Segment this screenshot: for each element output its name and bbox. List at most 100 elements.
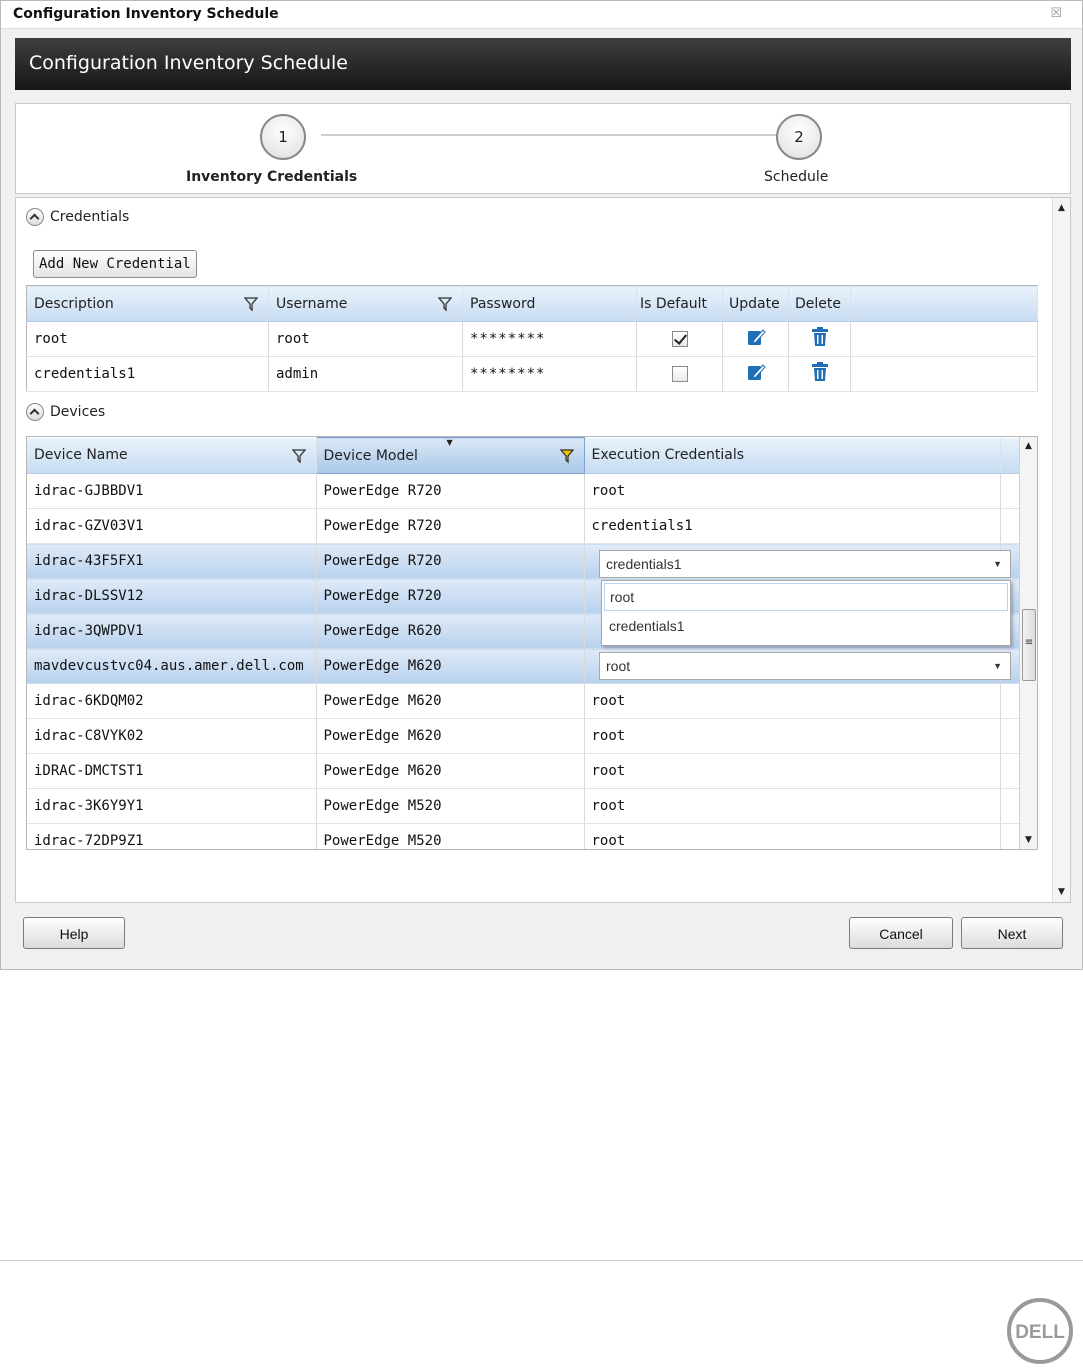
cell-description: credentials1 — [26, 356, 269, 392]
page-divider — [0, 1260, 1083, 1261]
execution-credentials-combobox[interactable]: credentials1 ▼ — [599, 550, 1011, 578]
table-row[interactable]: idrac-C8VYK02 PowerEdge M620 root — [27, 718, 1021, 754]
chevron-down-icon[interactable]: ▼ — [993, 551, 1002, 577]
step-2-circle[interactable]: 2 — [776, 114, 822, 160]
col-delete: Delete — [788, 285, 851, 322]
cell-username: admin — [268, 356, 463, 392]
sort-desc-icon: ▼ — [446, 438, 453, 447]
devices-grid: Device Name Device Model ▼ Execution Cre… — [26, 436, 1038, 850]
footer-bar: Help Cancel Next — [15, 909, 1071, 959]
cell-device-name: idrac-DLSSV12 — [27, 578, 317, 614]
cell-execution-credentials[interactable]: root — [584, 788, 1001, 824]
trash-icon[interactable] — [810, 327, 830, 347]
table-row[interactable]: idrac-GJBBDV1 PowerEdge R720 root — [27, 473, 1021, 509]
devices-section-header[interactable]: Devices — [26, 403, 105, 421]
cell-execution-credentials[interactable]: root — [584, 718, 1001, 754]
devices-scrollbar[interactable]: ▲ ≡ ▼ — [1019, 437, 1037, 849]
is-default-checkbox[interactable] — [671, 331, 688, 347]
credentials-table: Description Username Password Is Default… — [26, 285, 1038, 392]
cell-device-model: PowerEdge M620 — [316, 718, 585, 754]
cell-execution-credentials[interactable]: root — [584, 823, 1001, 849]
filter-active-icon[interactable] — [559, 448, 574, 464]
wizard-steps: 1 2 Inventory Credentials Schedule — [15, 103, 1071, 194]
dell-logo-text: DELL — [1015, 1322, 1065, 1343]
cell-execution-credentials[interactable]: credentials1 — [584, 508, 1001, 544]
combobox-value: credentials1 — [606, 556, 682, 572]
col-description[interactable]: Description — [26, 285, 269, 322]
table-row[interactable]: idrac-6KDQM02 PowerEdge M620 root — [27, 683, 1021, 719]
cell-device-name: idrac-6KDQM02 — [27, 683, 317, 719]
filter-icon[interactable] — [291, 448, 306, 464]
edit-icon[interactable] — [746, 327, 766, 347]
col-execution-credentials[interactable]: Execution Credentials — [584, 437, 1001, 474]
cell-device-model: PowerEdge R720 — [316, 508, 585, 544]
dialog-banner: Configuration Inventory Schedule — [15, 38, 1071, 90]
execution-credentials-combobox[interactable]: root ▼ — [599, 652, 1011, 680]
add-new-credential-button[interactable]: Add New Credential — [33, 250, 197, 278]
help-button[interactable]: Help — [23, 917, 125, 949]
cell-username: root — [268, 321, 463, 357]
cell-execution-credentials[interactable]: root — [584, 753, 1001, 789]
step-2-label: Schedule — [764, 169, 829, 185]
cell-device-model: PowerEdge M620 — [316, 648, 585, 684]
credentials-section-header[interactable]: Credentials — [26, 208, 129, 226]
step-1-label: Inventory Credentials — [186, 169, 358, 185]
content-panel: Credentials Add New Credential Descripti… — [15, 197, 1071, 903]
table-row[interactable]: root root ******** — [26, 321, 1038, 357]
col-device-name[interactable]: Device Name — [27, 437, 317, 474]
is-default-checkbox[interactable] — [671, 366, 688, 382]
cell-device-model: PowerEdge M620 — [316, 683, 585, 719]
collapse-icon[interactable] — [26, 208, 44, 226]
devices-section-label: Devices — [50, 404, 106, 420]
cell-device-model: PowerEdge R620 — [316, 613, 585, 649]
close-icon[interactable]: ☒ — [1050, 6, 1062, 21]
cell-device-name: idrac-3K6Y9Y1 — [27, 788, 317, 824]
cell-device-name: idrac-C8VYK02 — [27, 718, 317, 754]
cell-device-name: idrac-43F5FX1 — [27, 543, 317, 579]
collapse-icon[interactable] — [26, 403, 44, 421]
col-is-default: Is Default — [636, 285, 723, 322]
table-row[interactable]: idrac-GZV03V1 PowerEdge R720 credentials1 — [27, 508, 1021, 544]
col-device-model[interactable]: Device Model ▼ — [315, 437, 585, 474]
col-username[interactable]: Username — [268, 285, 463, 322]
dialog: Configuration Inventory Schedule ☒ Confi… — [0, 0, 1083, 970]
window-titlebar: Configuration Inventory Schedule ☒ — [1, 1, 1082, 29]
banner-title: Configuration Inventory Schedule — [29, 52, 348, 74]
cell-password: ******** — [462, 356, 637, 392]
col-filler — [850, 285, 1038, 322]
cell-device-name: idrac-3QWPDV1 — [27, 613, 317, 649]
chevron-down-icon[interactable]: ▼ — [993, 653, 1002, 679]
trash-icon[interactable] — [810, 362, 830, 382]
edit-icon[interactable] — [746, 362, 766, 382]
dropdown-option-root[interactable]: root — [604, 583, 1008, 611]
cell-execution-credentials[interactable]: root — [584, 473, 1001, 509]
cell-device-model: PowerEdge M620 — [316, 753, 585, 789]
scroll-up-icon[interactable]: ▲ — [1020, 441, 1037, 451]
cell-device-name: iDRAC-DMCTST1 — [27, 753, 317, 789]
next-button[interactable]: Next — [961, 917, 1063, 949]
wizard-connector — [321, 134, 791, 136]
cancel-button[interactable]: Cancel — [849, 917, 953, 949]
cell-device-model: PowerEdge R720 — [316, 473, 585, 509]
dropdown-option-credentials1[interactable]: credentials1 — [604, 613, 1008, 641]
col-password: Password — [462, 285, 637, 322]
filter-icon[interactable] — [438, 296, 452, 312]
cell-execution-credentials[interactable]: root — [584, 683, 1001, 719]
scroll-down-icon[interactable]: ▼ — [1020, 835, 1037, 845]
cell-device-model: PowerEdge R720 — [316, 578, 585, 614]
cell-device-model: PowerEdge M520 — [316, 823, 585, 849]
window-title: Configuration Inventory Schedule — [13, 6, 279, 22]
content-scrollbar[interactable]: ▲ ▼ — [1052, 198, 1070, 902]
dell-logo: DELL — [1007, 1298, 1073, 1364]
table-row[interactable]: credentials1 admin ******** — [26, 356, 1038, 392]
table-row[interactable]: idrac-72DP9Z1 PowerEdge M520 root — [27, 823, 1021, 849]
scroll-up-icon[interactable]: ▲ — [1053, 200, 1070, 216]
cell-device-name: idrac-GJBBDV1 — [27, 473, 317, 509]
filter-icon[interactable] — [244, 296, 258, 312]
step-1-circle[interactable]: 1 — [260, 114, 306, 160]
scroll-down-icon[interactable]: ▼ — [1053, 884, 1070, 900]
table-row[interactable]: iDRAC-DMCTST1 PowerEdge M620 root — [27, 753, 1021, 789]
scrollbar-thumb[interactable]: ≡ — [1022, 609, 1036, 681]
credentials-section-label: Credentials — [50, 209, 130, 225]
table-row[interactable]: idrac-3K6Y9Y1 PowerEdge M520 root — [27, 788, 1021, 824]
